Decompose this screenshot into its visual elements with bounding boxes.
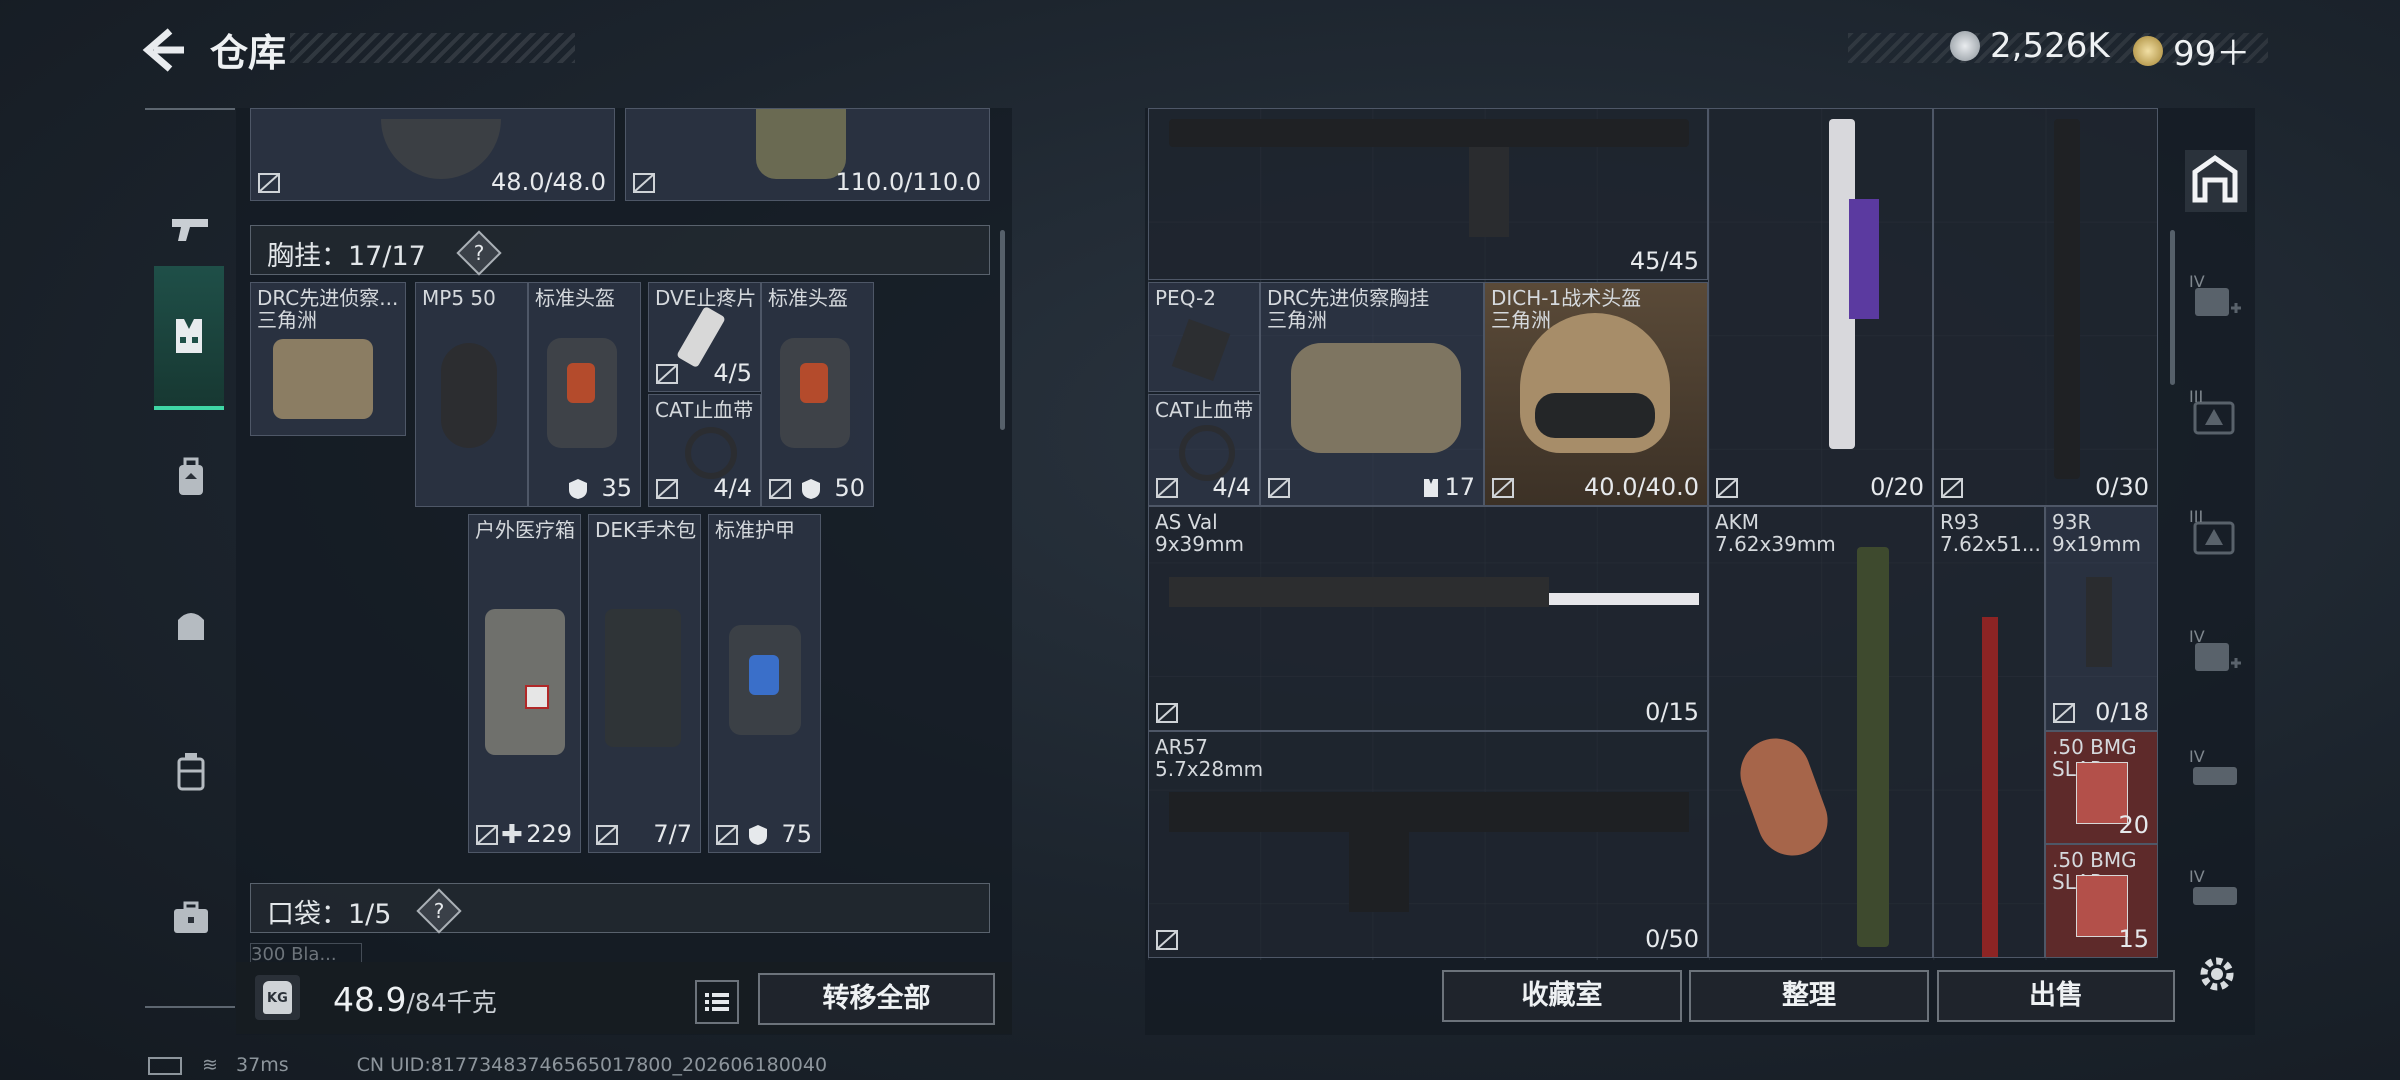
category-nav [145, 108, 237, 1008]
pocket-header: 口袋：1/5 ? [250, 883, 990, 934]
briefcase-icon [174, 901, 208, 933]
unlocked-icon [476, 825, 498, 845]
help-icon[interactable]: ? [456, 230, 502, 276]
page-title: 仓库 [210, 31, 287, 75]
storage-as-val[interactable]: AS Val 9x39mm 0/15 [1148, 506, 1708, 731]
gear-icon [2200, 957, 2234, 991]
chest-rig-icon [176, 319, 202, 353]
nav-case[interactable] [145, 702, 237, 842]
storage-peq2[interactable]: PEQ-2 [1148, 282, 1260, 392]
storage-dich1-helmet[interactable]: DICH-1战术头盔 三角洲 40.0/40.0 [1484, 282, 1708, 506]
unlocked-icon [1156, 703, 1178, 723]
list-icon [705, 993, 729, 1011]
unlocked-icon [1492, 478, 1514, 498]
weight-icon: KG [255, 975, 300, 1020]
storage-tab-iv-3[interactable]: IV [2185, 745, 2245, 805]
unlocked-icon [656, 479, 678, 499]
armor-icon [802, 479, 820, 499]
unlocked-icon [1156, 930, 1178, 950]
settings-button[interactable] [2193, 950, 2241, 998]
back-arrow-icon[interactable] [140, 25, 190, 75]
armor-icon [749, 825, 767, 845]
storage-rifle-1[interactable]: 45/45 [1148, 108, 1708, 280]
slot-dek-surgical-kit[interactable]: DEK手术包 7/7 [588, 514, 701, 853]
backpack-icon [179, 457, 203, 495]
storage-tab-iv-4[interactable]: IV [2185, 865, 2245, 925]
storage-tab-iv-2[interactable]: IV [2185, 625, 2245, 685]
unlocked-icon [596, 825, 618, 845]
nav-backpack[interactable] [145, 408, 237, 548]
bag-icon [178, 613, 204, 640]
storage-rifle-purple[interactable]: 0/20 [1708, 108, 1933, 506]
slot-standard-helmet-1[interactable]: 标准头盔 35 [528, 282, 641, 507]
slot-dve-painkiller[interactable]: DVE止疼片 4/5 [648, 282, 761, 392]
status-bar: ≋ 37ms CN UID:81773483746565017800_20260… [148, 1054, 827, 1076]
collection-room-button[interactable]: 收藏室 [1442, 970, 1682, 1022]
nav-bag[interactable] [145, 555, 237, 695]
gold-currency[interactable]: 99＋ [2133, 26, 2250, 75]
weight-readout: 48.9/84千克 [333, 980, 497, 1019]
slot-standard-armor[interactable]: 标准护甲 75 [708, 514, 821, 853]
list-view-button[interactable] [695, 980, 739, 1024]
nav-chest-rig[interactable] [154, 266, 224, 410]
storage-tab-iii-2[interactable]: III [2185, 505, 2245, 565]
storage-50bmg-2[interactable]: .50 BMG SLAP 15 [2045, 844, 2158, 958]
nav-briefcase[interactable] [145, 848, 237, 988]
slot-outdoor-medkit[interactable]: 户外医疗箱 ✚ 229 [468, 514, 581, 853]
pocket-item-peek[interactable]: 300 Bla... [250, 943, 362, 964]
unlocked-icon [716, 825, 738, 845]
unlocked-icon [1268, 478, 1290, 498]
storage-drc-chest-rig[interactable]: DRC先进侦察胸挂 三角洲 17 [1260, 282, 1484, 506]
transfer-all-button[interactable]: 转移全部 [758, 973, 995, 1025]
battery-icon [148, 1056, 182, 1075]
right-scrollbar[interactable] [2170, 230, 2175, 385]
storage-rifle-black[interactable]: 0/30 [1933, 108, 2158, 506]
storage-50bmg-1[interactable]: .50 BMG SLAP 20 [2045, 731, 2158, 844]
medkit-plus-icon: ✚ [501, 820, 523, 850]
help-icon[interactable]: ? [416, 888, 462, 934]
gold-coin-icon [2133, 35, 2163, 66]
slot-cat-tourniquet[interactable]: CAT止血带 4/4 [648, 394, 761, 507]
silver-currency[interactable]: 2,526K [1950, 26, 2110, 66]
storage-akm[interactable]: AKM 7.62x39mm [1708, 506, 1933, 958]
pistol-icon [172, 219, 208, 241]
unlocked-icon [633, 173, 655, 193]
unlocked-icon [258, 173, 280, 193]
storage-93r[interactable]: 93R 9x19mm 0/18 [2045, 506, 2158, 731]
storage-ar57[interactable]: AR57 5.7x28mm 0/50 [1148, 731, 1708, 958]
slot-mp5-mag[interactable]: MP5 50 [415, 282, 528, 507]
wifi-icon: ≋ [202, 1054, 218, 1076]
unlocked-icon [769, 479, 791, 499]
case-icon [177, 753, 205, 791]
unlocked-icon [1716, 478, 1738, 498]
storage-r93[interactable]: R93 7.62x51... [1933, 506, 2045, 958]
unlocked-icon [656, 364, 678, 384]
slot-standard-helmet-2[interactable]: 标准头盔 50 [761, 282, 874, 507]
left-scrollbar[interactable] [1000, 230, 1005, 430]
rig-icon [1424, 479, 1438, 497]
chest-rig-header: 胸挂：17/17 ? [250, 225, 990, 276]
silver-coin-icon [1950, 31, 1980, 61]
storage-home-tab[interactable] [2185, 150, 2247, 212]
sort-button[interactable]: 整理 [1689, 970, 1929, 1022]
armor-icon [569, 479, 587, 499]
title-decoration [290, 33, 575, 63]
equipped-helmet-slot[interactable]: 48.0/48.0 [250, 108, 615, 201]
storage-cat-tourniquet[interactable]: CAT止血带 4/4 [1148, 394, 1260, 506]
chest-rig-item[interactable]: DRC先进侦察... 三角洲 [250, 282, 406, 436]
equipped-armor-slot[interactable]: 110.0/110.0 [625, 108, 990, 201]
unlocked-icon [1156, 478, 1178, 498]
storage-tab-iv-1[interactable]: IV [2185, 270, 2245, 330]
unlocked-icon [1941, 478, 1963, 498]
unlocked-icon [2053, 703, 2075, 723]
storage-tab-iii-1[interactable]: III [2185, 385, 2245, 445]
sell-button[interactable]: 出售 [1937, 970, 2175, 1022]
warehouse-icon [2192, 154, 2238, 203]
